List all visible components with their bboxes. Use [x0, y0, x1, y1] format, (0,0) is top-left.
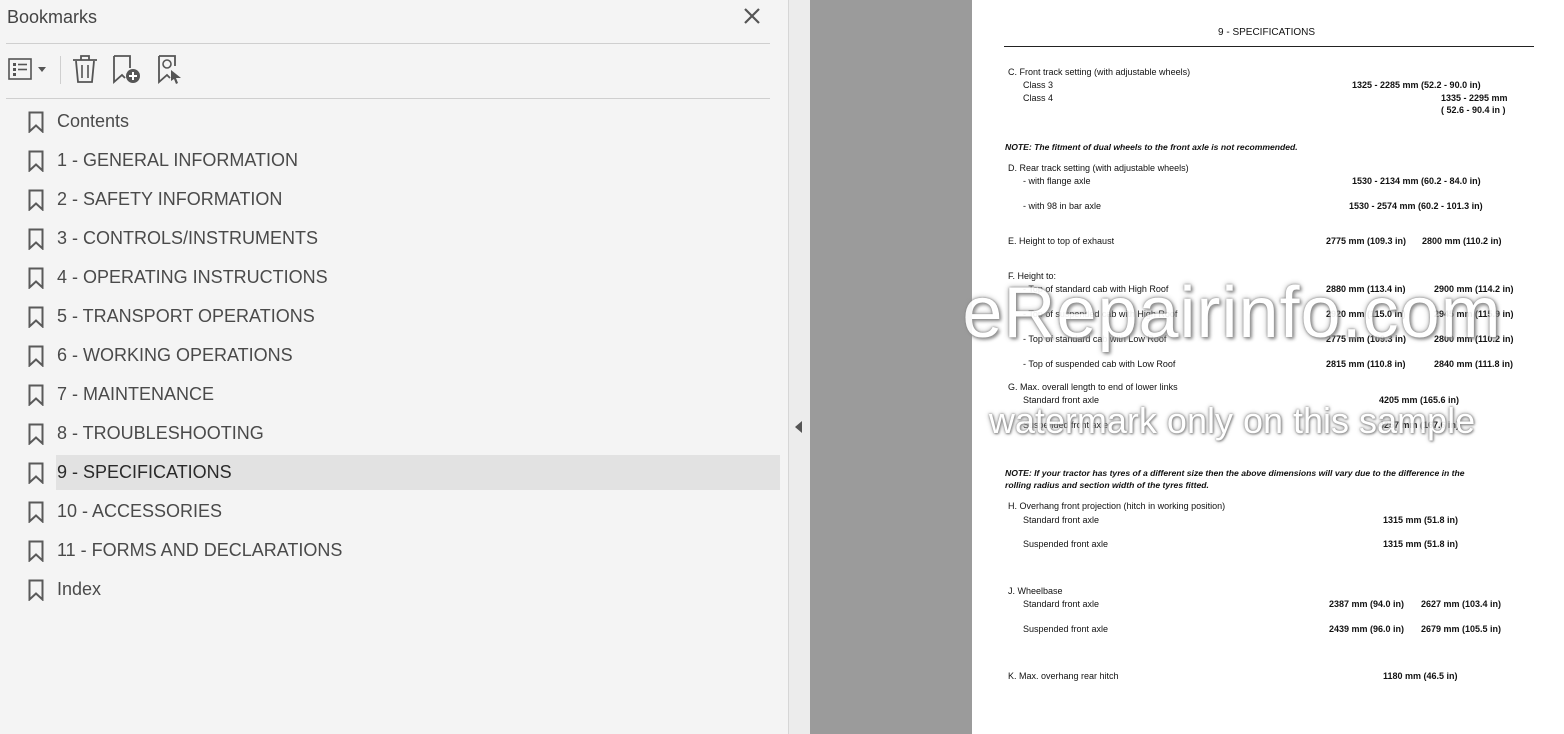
bookmark-icon [28, 111, 44, 134]
watermark-sample-note: watermark only on this sample [988, 400, 1476, 441]
spec-c-class3-value: 1325 - 2285 mm (52.2 - 90.0 in) [1352, 80, 1481, 90]
spec-d-title: D. Rear track setting (with adjustable w… [1008, 163, 1189, 173]
spec-j-standard-value-1: 2387 mm (94.0 in) [1329, 599, 1405, 609]
spec-j-standard: Standard front axle [1023, 599, 1100, 609]
bookmark-label: 8 - TROUBLESHOOTING [57, 423, 264, 443]
find-bookmark-icon [154, 55, 188, 90]
spec-c-class3: Class 3 [1023, 80, 1054, 90]
bookmark-item[interactable]: Index [22, 572, 780, 607]
bookmark-item[interactable]: 7 - MAINTENANCE [22, 377, 780, 412]
note-dual-wheels: NOTE: The fitment of dual wheels to the … [1005, 142, 1298, 152]
bookmark-icon [28, 267, 44, 290]
spec-d-flange-value: 1530 - 2134 mm (60.2 - 84.0 in) [1352, 176, 1481, 186]
bookmark-label: 11 - FORMS AND DECLARATIONS [57, 540, 343, 560]
spec-k-title: K. Max. overhang rear hitch [1008, 671, 1119, 681]
bookmark-options-button[interactable] [6, 52, 50, 86]
bookmark-icon [28, 306, 44, 329]
bookmark-item[interactable]: 2 - SAFETY INFORMATION [22, 182, 780, 217]
bookmarks-panel: Bookmarks Contents 1 - GENERAL INFORMATI… [0, 0, 788, 734]
bookmark-label: 10 - ACCESSORIES [57, 501, 223, 521]
bookmark-icon [28, 228, 44, 251]
spec-c-title: C. Front track setting (with adjustable … [1008, 67, 1191, 77]
spec-d-bar-value: 1530 - 2574 mm (60.2 - 101.3 in) [1349, 201, 1483, 211]
new-bookmark-button[interactable] [110, 52, 144, 86]
bookmark-item[interactable]: 9 - SPECIFICATIONS [22, 455, 780, 490]
bookmark-label: Index [57, 579, 102, 599]
bookmark-item[interactable]: 10 - ACCESSORIES [22, 494, 780, 529]
spec-j-title: J. Wheelbase [1008, 586, 1063, 596]
document-page: 9 - SPECIFICATIONS C. Front track settin… [962, 0, 1564, 734]
spec-j-standard-value-2: 2627 mm (103.4 in) [1421, 599, 1502, 609]
toolbar-separator [60, 56, 61, 84]
header-rule [1004, 46, 1534, 47]
bookmark-icon [28, 345, 44, 368]
delete-bookmark-button[interactable] [70, 52, 100, 86]
page-header: 9 - SPECIFICATIONS [1218, 27, 1316, 38]
bookmark-icon [28, 501, 44, 524]
panel-title: Bookmarks [7, 7, 98, 27]
bookmark-label: 6 - WORKING OPERATIONS [57, 345, 293, 365]
spec-c-class4-value: 1335 - 2295 mm [1441, 93, 1508, 103]
spec-j-suspended-value-1: 2439 mm (96.0 in) [1329, 624, 1405, 634]
spec-f-row-label: - Top of suspended cab with Low Roof [1023, 359, 1176, 369]
bookmark-icon [28, 150, 44, 173]
spec-e-title: E. Height to top of exhaust [1008, 236, 1115, 246]
bookmark-item[interactable]: 6 - WORKING OPERATIONS [22, 338, 780, 373]
spec-c-class4: Class 4 [1023, 93, 1054, 103]
spec-c-class4-value-in: ( 52.6 - 90.4 in ) [1441, 105, 1506, 115]
bookmark-label: 3 - CONTROLS/INSTRUMENTS [57, 228, 319, 248]
close-icon[interactable] [740, 4, 764, 28]
bookmark-toolbar [0, 52, 788, 88]
spec-h-suspended-value: 1315 mm (51.8 in) [1383, 539, 1459, 549]
title-divider [6, 43, 770, 44]
bookmark-label: 4 - OPERATING INSTRUCTIONS [57, 267, 328, 287]
spec-d-bar: - with 98 in bar axle [1023, 201, 1102, 211]
spec-e-value-2: 2800 mm (110.2 in) [1422, 236, 1502, 246]
bookmark-options-icon [6, 58, 50, 90]
bookmark-item[interactable]: 11 - FORMS AND DECLARATIONS [22, 533, 780, 568]
bookmark-icon [28, 579, 44, 602]
bookmark-label: 9 - SPECIFICATIONS [57, 462, 232, 482]
bookmark-icon [28, 540, 44, 563]
bookmark-icon [28, 462, 44, 485]
bookmark-icon [28, 384, 44, 407]
collapse-arrow-icon[interactable] [795, 421, 802, 433]
toolbar-divider [6, 98, 770, 99]
spec-d-flange: - with flange axle [1023, 176, 1091, 186]
spec-k-value: 1180 mm (46.5 in) [1383, 671, 1458, 681]
watermark-site: eRepairinfo.com [962, 273, 1502, 353]
spec-e-value-1: 2775 mm (109.3 in) [1326, 236, 1407, 246]
bookmark-label: 2 - SAFETY INFORMATION [57, 189, 283, 209]
spec-j-suspended: Suspended front axle [1023, 624, 1109, 634]
note-tyre-size-line2: rolling radius and section width of the … [1005, 480, 1209, 490]
bookmark-item[interactable]: 1 - GENERAL INFORMATION [22, 143, 780, 178]
note-tyre-size-line1: NOTE: If your tractor has tyres of a dif… [1005, 468, 1465, 478]
bookmark-item[interactable]: 5 - TRANSPORT OPERATIONS [22, 299, 780, 334]
bookmark-label: Contents [57, 111, 130, 131]
bookmark-item[interactable]: 3 - CONTROLS/INSTRUMENTS [22, 221, 780, 256]
spec-h-standard-value: 1315 mm (51.8 in) [1383, 515, 1459, 525]
spec-g-title: G. Max. overall length to end of lower l… [1008, 382, 1178, 392]
trash-icon [70, 55, 100, 90]
bookmark-label: 5 - TRANSPORT OPERATIONS [57, 306, 315, 326]
bookmark-icon [28, 189, 44, 212]
new-bookmark-icon [110, 55, 144, 90]
find-bookmark-button[interactable] [154, 52, 188, 86]
panel-splitter[interactable] [788, 0, 811, 734]
spec-f-row-value-2: 2840 mm (111.8 in) [1434, 359, 1514, 369]
bookmark-label: 1 - GENERAL INFORMATION [57, 150, 299, 170]
spec-h-title: H. Overhang front projection (hitch in w… [1008, 501, 1226, 511]
bookmark-item[interactable]: 8 - TROUBLESHOOTING [22, 416, 780, 451]
bookmark-item[interactable]: Contents [22, 104, 780, 139]
bookmark-icon [28, 423, 44, 446]
spec-j-suspended-value-2: 2679 mm (105.5 in) [1421, 624, 1502, 634]
spec-h-suspended: Suspended front axle [1023, 539, 1109, 549]
document-viewer-background [810, 0, 972, 734]
spec-f-row-value-1: 2815 mm (110.8 in) [1326, 359, 1406, 369]
spec-h-standard: Standard front axle [1023, 515, 1100, 525]
bookmark-item[interactable]: 4 - OPERATING INSTRUCTIONS [22, 260, 780, 295]
bookmark-label: 7 - MAINTENANCE [57, 384, 215, 404]
